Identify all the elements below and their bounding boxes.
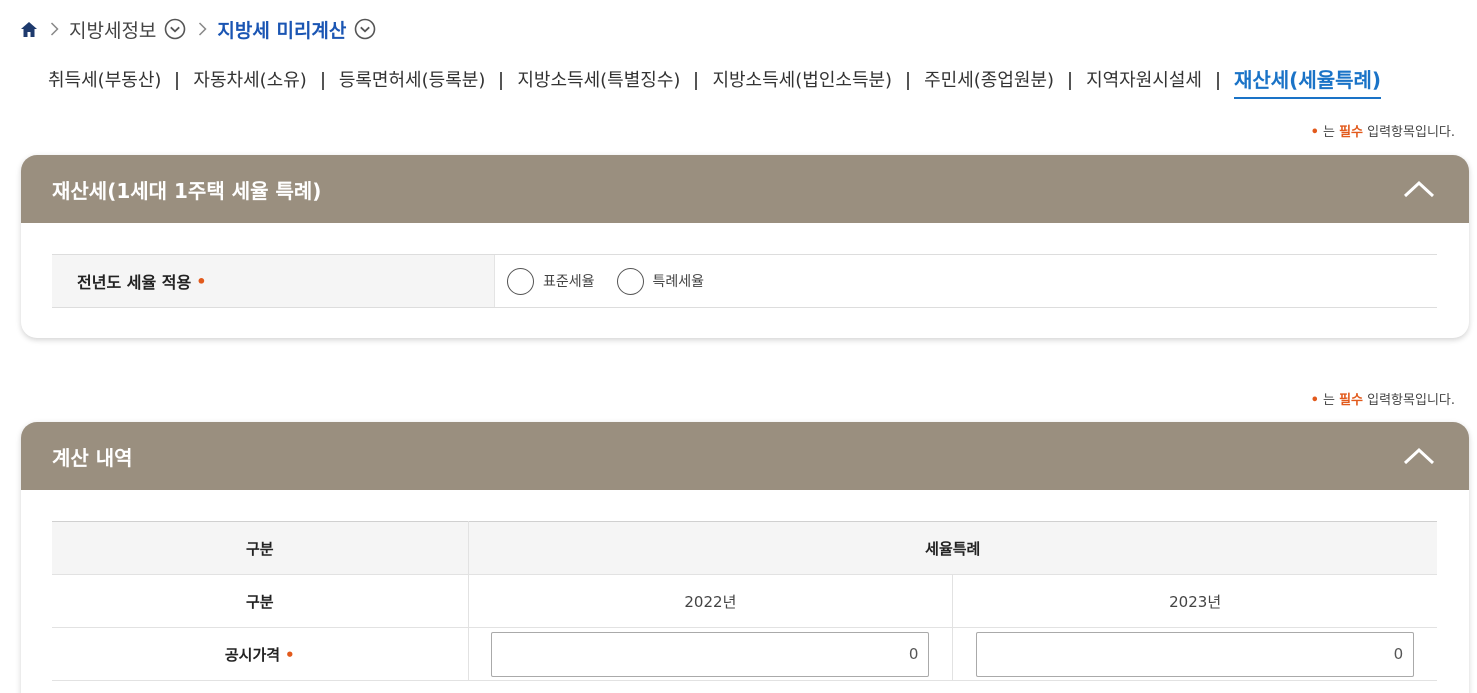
panel-title: 재산세(1세대 1주택 세율 특례)	[52, 178, 322, 203]
table-header-special-rate: 세율특례	[468, 521, 1437, 575]
tab-divider	[321, 72, 324, 90]
year-2022: 2022년	[468, 574, 954, 628]
row-label-category: 구분	[52, 574, 469, 628]
chevron-down-circle-icon[interactable]	[164, 18, 186, 40]
tab-local-income-tax-withholding[interactable]: 지방소득세(특별징수)	[517, 66, 680, 96]
tab-vehicle-tax[interactable]: 자동차세(소유)	[193, 66, 306, 96]
required-fields-note: • 는 필수 입력항목입니다.	[1311, 121, 1455, 140]
table-header-row: 구분 세율특례	[52, 521, 1437, 575]
radio-circle[interactable]	[616, 267, 644, 295]
table-row: 공시가격 •	[52, 627, 1437, 681]
required-note-prefix: 는	[1322, 125, 1335, 140]
calculation-details-panel: 계산 내역 구분 세율특례 구분 2022년 2023년 공시가격 •	[21, 422, 1469, 693]
field-label: 전년도 세율 적용 •	[52, 255, 495, 307]
tab-property-tax-special-rate[interactable]: 재산세(세율특례)	[1233, 64, 1382, 99]
home-icon[interactable]	[20, 20, 38, 38]
tab-divider	[695, 72, 698, 90]
tab-resident-tax-employee[interactable]: 주민세(종업원분)	[924, 66, 1054, 96]
required-note-keyword: 필수	[1339, 393, 1363, 408]
cell-2022	[468, 627, 954, 681]
panel-title: 계산 내역	[52, 445, 133, 470]
required-note-keyword: 필수	[1339, 125, 1363, 140]
official-price-2023-input[interactable]	[976, 631, 1415, 677]
rate-radio-group: 표준세율 특례세율	[495, 255, 1437, 307]
tab-local-income-tax-corporate[interactable]: 지방소득세(법인소득분)	[712, 66, 892, 96]
cell-2023	[952, 627, 1437, 681]
chevron-up-icon[interactable]	[1399, 169, 1439, 209]
tab-divider	[176, 72, 179, 90]
row-label-official-price: 공시가격 •	[52, 627, 469, 681]
tab-regional-resource-tax[interactable]: 지역자원시설세	[1086, 66, 1202, 96]
standard-rate-radio[interactable]: 표준세율	[507, 267, 595, 295]
prev-year-rate-row: 전년도 세율 적용 • 표준세율 특례세율	[52, 254, 1437, 308]
tab-registration-tax[interactable]: 등록면허세(등록분)	[339, 66, 486, 96]
radio-circle[interactable]	[507, 267, 534, 295]
required-note-prefix: 는	[1322, 393, 1335, 408]
property-tax-special-rate-panel: 재산세(1세대 1주택 세율 특례) 전년도 세율 적용 • 표준세율 특례세율	[21, 155, 1469, 338]
required-dot: •	[1310, 125, 1319, 140]
breadcrumb-item-tax-precalc[interactable]: 지방세 미리계산	[217, 16, 346, 43]
panel-header: 계산 내역	[21, 422, 1469, 490]
breadcrumb-item-local-tax-info[interactable]: 지방세정보	[69, 16, 156, 43]
table-row: 구분 2022년 2023년	[52, 574, 1437, 628]
table-header-category: 구분	[52, 521, 469, 575]
required-dot: •	[1310, 393, 1319, 408]
required-fields-note: • 는 필수 입력항목입니다.	[1311, 389, 1455, 408]
year-2023: 2023년	[952, 574, 1437, 628]
tab-divider	[907, 72, 910, 90]
radio-label-standard: 표준세율	[543, 274, 595, 290]
tax-type-tabs: 취득세(부동산) 자동차세(소유) 등록면허세(등록분) 지방소득세(특별징수)…	[48, 64, 1382, 99]
tab-acquisition-tax[interactable]: 취득세(부동산)	[48, 66, 161, 96]
breadcrumb: 지방세정보 지방세 미리계산	[20, 14, 376, 44]
official-price-2022-input[interactable]	[491, 631, 930, 677]
calculation-table: 구분 세율특례 구분 2022년 2023년 공시가격 •	[52, 521, 1437, 681]
tab-divider	[500, 72, 503, 90]
required-dot: •	[196, 271, 207, 291]
chevron-right-icon	[50, 22, 59, 36]
required-dot: •	[285, 645, 295, 664]
prev-year-rate-label: 전년도 세율 적용	[77, 273, 192, 292]
special-rate-radio[interactable]: 특례세율	[616, 267, 705, 295]
chevron-up-icon[interactable]	[1399, 436, 1439, 476]
chevron-right-icon	[198, 22, 207, 36]
required-note-suffix: 입력항목입니다.	[1367, 125, 1455, 140]
chevron-down-circle-icon[interactable]	[354, 18, 376, 40]
tab-divider	[1069, 72, 1072, 90]
panel-header: 재산세(1세대 1주택 세율 특례)	[21, 155, 1469, 223]
radio-label-special: 특례세율	[652, 274, 705, 290]
tab-divider	[1216, 72, 1219, 90]
official-price-label: 공시가격	[224, 645, 281, 664]
required-note-suffix: 입력항목입니다.	[1367, 393, 1455, 408]
